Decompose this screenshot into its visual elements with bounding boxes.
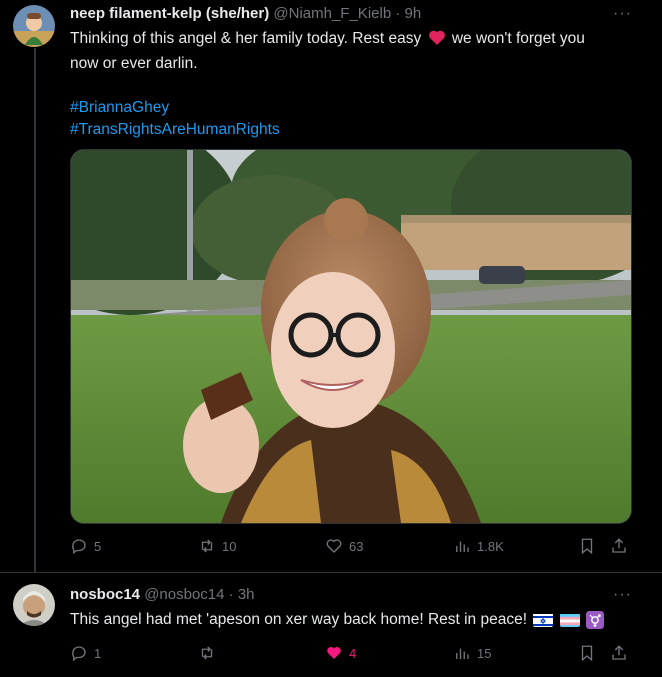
- bookmark-button[interactable]: [578, 537, 596, 555]
- reply-count: 1: [94, 645, 102, 661]
- heart-filled-icon: [327, 647, 341, 659]
- repost-icon: [201, 646, 213, 660]
- like-button[interactable]: 63: [325, 537, 363, 555]
- like-button[interactable]: 4: [325, 644, 356, 662]
- photo-image: [71, 150, 631, 523]
- view-count: 1.8K: [477, 538, 504, 554]
- action-bar: 1 4 15: [70, 644, 630, 666]
- israel-flag-icon: [533, 613, 554, 627]
- views-button[interactable]: 15: [453, 644, 491, 662]
- tweet-text-line1: Thinking of this angel & her family toda…: [70, 30, 422, 47]
- transgender-flag-icon: [559, 613, 580, 627]
- avatar[interactable]: [13, 5, 55, 47]
- timestamp[interactable]: 3h: [238, 586, 255, 603]
- repost-button[interactable]: 10: [198, 537, 236, 555]
- tweet-photo[interactable]: [70, 149, 632, 524]
- more-options-icon[interactable]: ···: [613, 5, 632, 23]
- reply-icon: [72, 539, 86, 555]
- hashtag-link[interactable]: #BriannaGhey: [70, 97, 640, 119]
- tweet-text: Thinking of this angel & her family toda…: [70, 28, 640, 141]
- analytics-icon: [456, 541, 469, 552]
- analytics-icon: [456, 648, 469, 659]
- tweet-header: nosboc14 @nosboc14 · 3h: [70, 586, 255, 603]
- tweet-header: neep filament-kelp (she/her) @Niamh_F_Ki…: [70, 5, 421, 22]
- like-count: 63: [349, 538, 364, 554]
- heart-icon: [326, 539, 342, 553]
- tweet-1[interactable]: neep filament-kelp (she/her) @Niamh_F_Ki…: [0, 0, 662, 573]
- tweet-text-line2: now or ever darlin.: [70, 55, 198, 72]
- repost-icon: [201, 539, 213, 553]
- share-icon: [612, 645, 626, 660]
- more-options-icon[interactable]: ···: [613, 586, 632, 604]
- action-bar: 5 10 63 1.8K: [70, 537, 630, 559]
- thread-line: [34, 48, 36, 572]
- reply-icon: [72, 646, 86, 662]
- tweet-2[interactable]: nosboc14 @nosboc14 · 3h ··· This angel h…: [0, 573, 662, 677]
- tweet-text-line1-end: we won't forget you: [451, 30, 585, 47]
- repost-button[interactable]: [198, 644, 222, 662]
- display-name[interactable]: nosboc14: [70, 586, 140, 603]
- tweet-text-body: This angel had met 'apeson on xer way ba…: [70, 611, 528, 628]
- reply-button[interactable]: 5: [70, 537, 101, 555]
- separator: ·: [395, 5, 401, 22]
- avatar[interactable]: [13, 584, 55, 626]
- handle[interactable]: @Niamh_F_Kielb: [273, 5, 391, 22]
- bookmark-icon: [581, 645, 593, 662]
- share-button[interactable]: [610, 537, 628, 555]
- view-count: 15: [477, 645, 492, 661]
- share-icon: [612, 538, 626, 553]
- transgender-symbol-icon: [585, 610, 604, 629]
- views-button[interactable]: 1.8K: [453, 537, 504, 555]
- display-name[interactable]: neep filament-kelp (she/her): [70, 5, 269, 22]
- separator: ·: [228, 586, 234, 603]
- handle[interactable]: @nosboc14: [144, 586, 224, 603]
- reply-count: 5: [94, 538, 102, 554]
- like-count: 4: [349, 645, 357, 661]
- reply-button[interactable]: 1: [70, 644, 101, 662]
- repost-count: 10: [222, 538, 237, 554]
- bookmark-button[interactable]: [578, 644, 596, 662]
- hashtag-link[interactable]: #TransRightsAreHumanRights: [70, 119, 640, 141]
- timestamp[interactable]: 9h: [405, 5, 422, 22]
- share-button[interactable]: [610, 644, 628, 662]
- bookmark-icon: [581, 538, 593, 555]
- heart-emoji-icon: [428, 29, 446, 53]
- tweet-text: This angel had met 'apeson on xer way ba…: [70, 609, 640, 631]
